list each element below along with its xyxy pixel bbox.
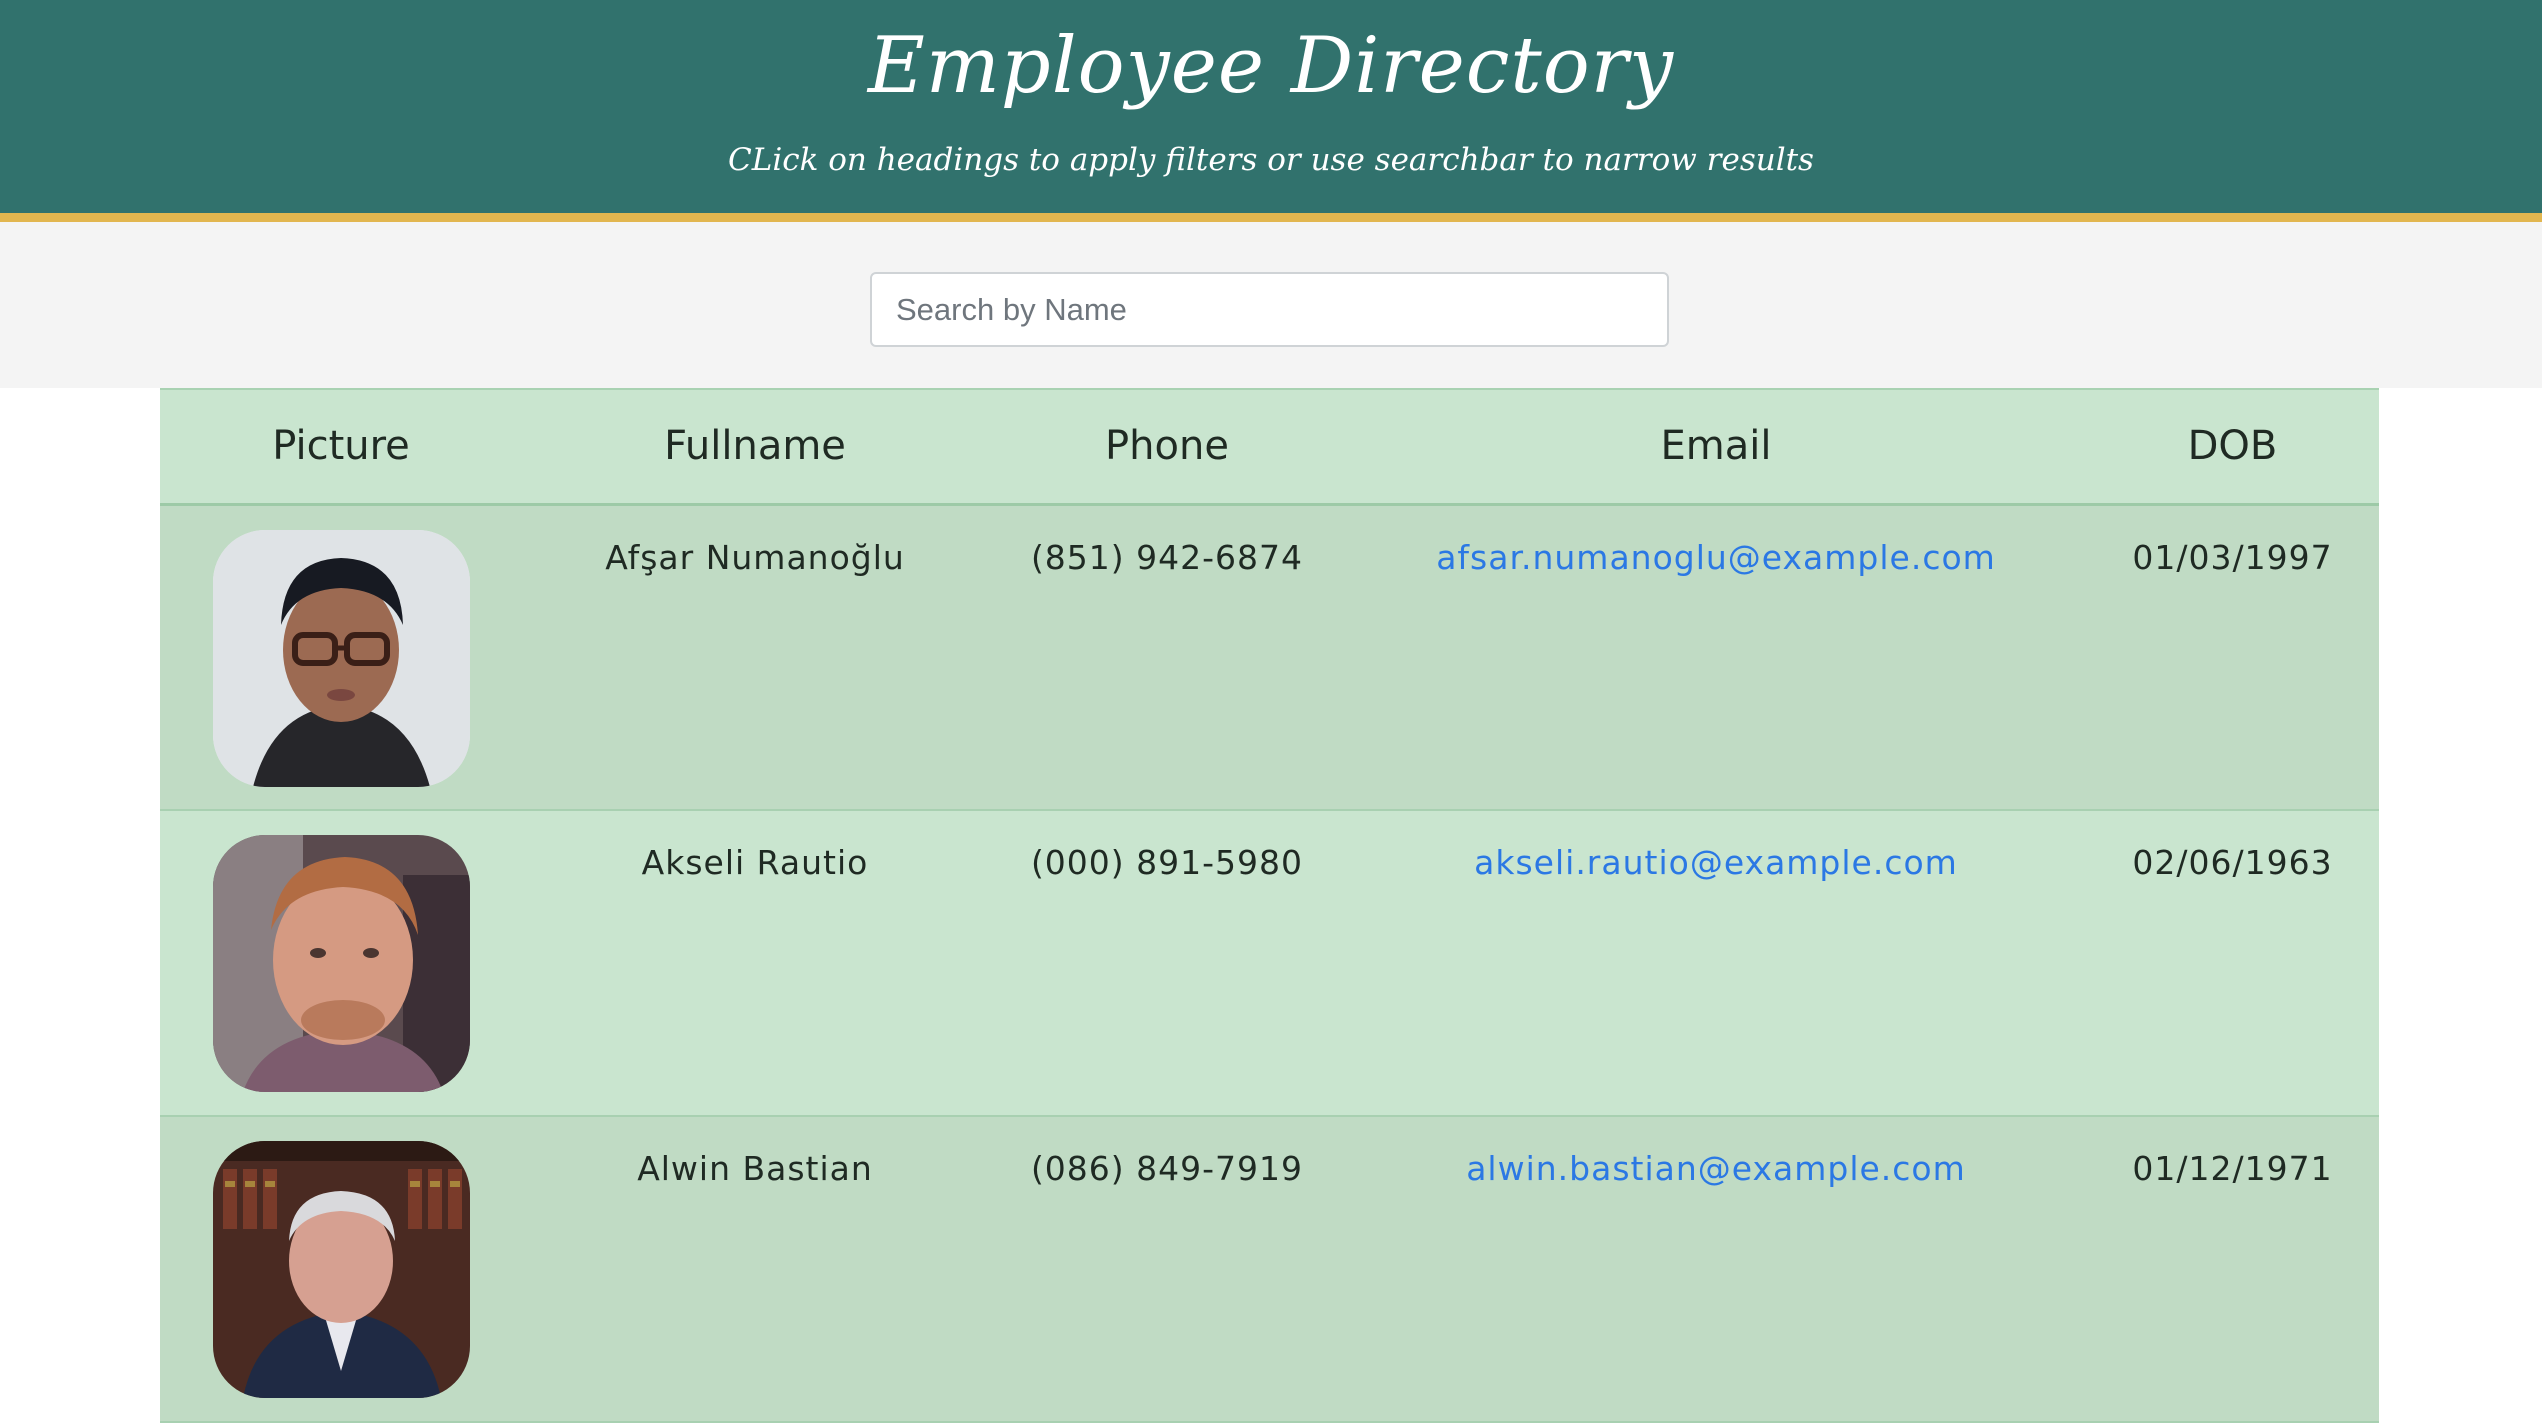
email-link[interactable]: afsar.numanoglu@example.com: [1436, 538, 1996, 577]
fullname-cell: Afşar Numanoğlu: [605, 537, 905, 577]
picture-cell: [160, 504, 522, 810]
email-link[interactable]: akseli.rautio@example.com: [1474, 843, 1958, 882]
email-cell: afsar.numanoglu@example.com: [1346, 504, 2086, 810]
column-header-picture[interactable]: Picture: [160, 389, 522, 504]
email-cell: akseli.rautio@example.com: [1346, 810, 2086, 1116]
column-header-email[interactable]: Email: [1346, 389, 2086, 504]
column-header-dob[interactable]: DOB: [2086, 389, 2379, 504]
avatar-photo-man-red-hair: [212, 835, 470, 1092]
employee-table: Picture Fullname Phone Email DOB Afşar N…: [160, 388, 2379, 1423]
table-body: Afşar Numanoğlu (851) 942-6874 afsar.num…: [160, 504, 2379, 1422]
page-header: Employee Directory CLick on headings to …: [0, 0, 2542, 222]
dob-cell: 02/06/1963: [2132, 843, 2333, 882]
avatar: [212, 529, 470, 787]
phone-cell: (851) 942-6874: [1030, 537, 1304, 577]
phone-cell: (000) 891-5980: [1030, 843, 1304, 882]
page-title: Employee Directory: [867, 21, 1675, 111]
search-bar-container: [0, 222, 2542, 388]
table-row: Akseli Rautio (000) 891-5980 akseli.raut…: [160, 810, 2379, 1116]
table-header-row: Picture Fullname Phone Email DOB: [160, 389, 2379, 504]
employee-table-container: Picture Fullname Phone Email DOB Afşar N…: [160, 388, 2379, 1423]
picture-cell: [160, 810, 522, 1116]
email-cell: alwin.bastian@example.com: [1346, 1116, 2086, 1422]
table-row: Alwin Bastian (086) 849-7919 alwin.basti…: [160, 1116, 2379, 1422]
dob-cell: 01/12/1971: [2132, 1149, 2333, 1188]
table-row: Afşar Numanoğlu (851) 942-6874 afsar.num…: [160, 504, 2379, 810]
column-header-phone[interactable]: Phone: [988, 389, 1346, 504]
picture-cell: [160, 1116, 522, 1422]
fullname-cell: Alwin Bastian: [637, 1149, 873, 1188]
avatar-photo-woman-glasses: [212, 529, 470, 787]
fullname-cell: Akseli Rautio: [641, 843, 869, 882]
column-header-fullname[interactable]: Fullname: [522, 389, 988, 504]
dob-cell: 01/03/1997: [2132, 537, 2333, 577]
page-subtitle: CLick on headings to apply filters or us…: [728, 142, 1814, 178]
table-header: Picture Fullname Phone Email DOB: [160, 389, 2379, 504]
email-link[interactable]: alwin.bastian@example.com: [1466, 1149, 1966, 1188]
avatar: [212, 835, 470, 1092]
avatar: [212, 1141, 470, 1398]
avatar-photo-man-suit: [212, 1141, 470, 1398]
search-input[interactable]: [870, 272, 1669, 347]
phone-cell: (086) 849-7919: [1030, 1149, 1304, 1188]
